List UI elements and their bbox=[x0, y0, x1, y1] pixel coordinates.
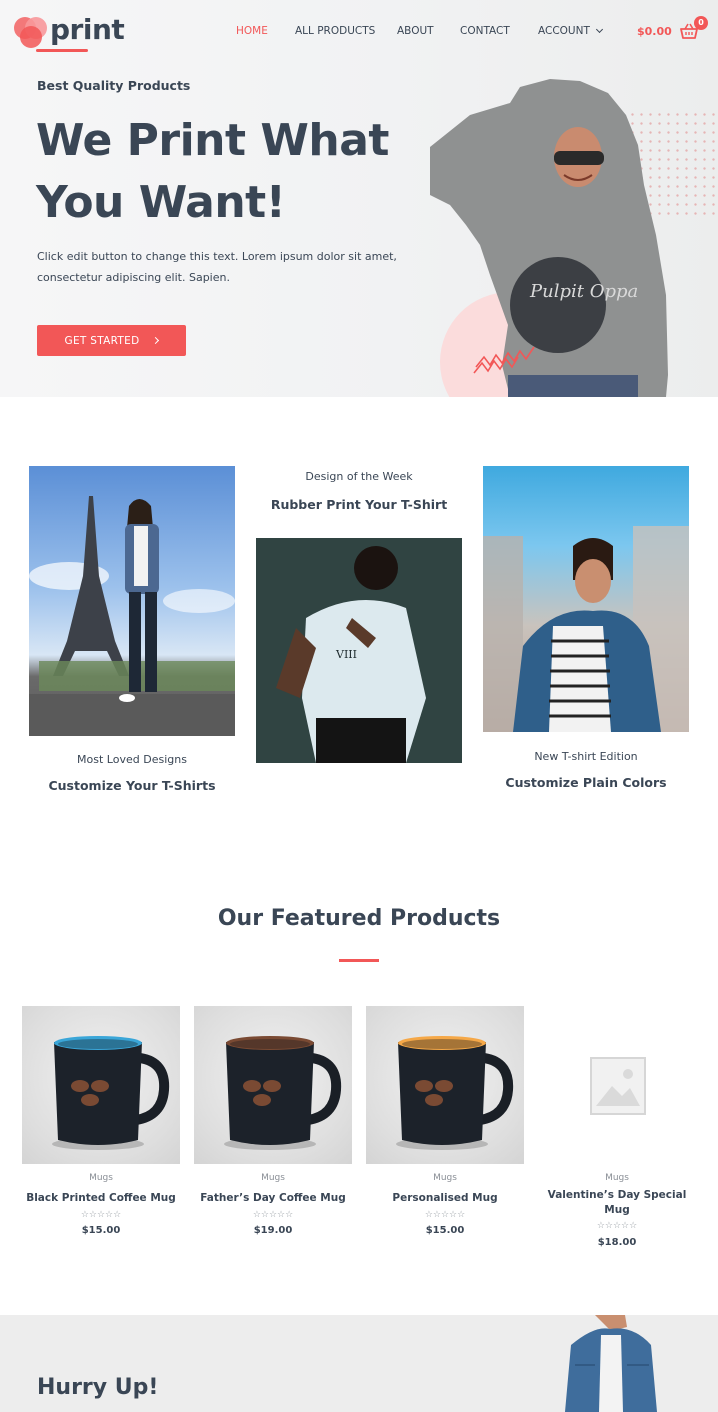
product-name[interactable]: Father’s Day Coffee Mug bbox=[194, 1191, 352, 1206]
image-placeholder-icon bbox=[590, 1057, 646, 1115]
nav-account[interactable]: ACCOUNT bbox=[538, 25, 603, 37]
product-image[interactable] bbox=[22, 1006, 180, 1164]
nav-about[interactable]: ABOUT bbox=[397, 25, 434, 37]
get-started-label: GET STARTED bbox=[64, 334, 140, 347]
design-caption-2: Design of the Week bbox=[305, 470, 413, 483]
get-started-button[interactable]: GET STARTED bbox=[37, 325, 186, 356]
product-name[interactable]: Valentine’s Day Special Mug bbox=[538, 1188, 696, 1218]
product-image[interactable] bbox=[194, 1006, 352, 1164]
product-name[interactable]: Personalised Mug bbox=[366, 1191, 524, 1206]
promo-model-image bbox=[565, 1315, 657, 1412]
product-price: $18.00 bbox=[597, 1237, 637, 1248]
hero-title-line1: We Print What bbox=[36, 115, 389, 166]
design-title-1[interactable]: Customize Your T-Shirts bbox=[29, 778, 235, 793]
nav-account-label: ACCOUNT bbox=[538, 25, 590, 37]
design-photo-white-tee[interactable]: VIII bbox=[256, 538, 462, 763]
chevron-down-icon bbox=[595, 25, 603, 34]
cart-total[interactable]: $0.00 bbox=[637, 25, 672, 38]
title-underline bbox=[339, 959, 379, 962]
hero-subtitle: Best Quality Products bbox=[37, 78, 191, 93]
nav-contact[interactable]: CONTACT bbox=[460, 25, 510, 37]
design-photo-eiffel[interactable] bbox=[29, 466, 235, 736]
rating-stars: ☆☆☆☆☆ bbox=[596, 1221, 638, 1231]
product-price: $15.00 bbox=[81, 1225, 121, 1236]
product-image[interactable] bbox=[538, 1006, 696, 1164]
rating-stars: ☆☆☆☆☆ bbox=[252, 1210, 294, 1220]
product-image[interactable] bbox=[366, 1006, 524, 1164]
product-category[interactable]: Mugs bbox=[538, 1173, 696, 1183]
shirt-print-text: VIII bbox=[335, 648, 357, 661]
design-caption-1: Most Loved Designs bbox=[77, 753, 187, 766]
shirt-print-text: Pulpit Oppa bbox=[529, 281, 638, 302]
nav-all-products[interactable]: ALL PRODUCTS bbox=[295, 25, 375, 37]
product-category[interactable]: Mugs bbox=[22, 1173, 180, 1183]
nav-home[interactable]: HOME bbox=[236, 25, 268, 37]
product-category[interactable]: Mugs bbox=[366, 1173, 524, 1183]
product-price: $19.00 bbox=[253, 1225, 293, 1236]
featured-title: Our Featured Products bbox=[217, 906, 501, 931]
hero-title-line2: You Want! bbox=[36, 177, 286, 228]
product-price: $15.00 bbox=[425, 1225, 465, 1236]
product-category[interactable]: Mugs bbox=[194, 1173, 352, 1183]
hero-model-image: Pulpit Oppa bbox=[430, 79, 668, 397]
design-caption-3: New T-shirt Edition bbox=[534, 750, 638, 763]
product-name[interactable]: Black Printed Coffee Mug bbox=[22, 1191, 180, 1206]
design-photo-denim-jacket[interactable] bbox=[483, 466, 689, 732]
cart-count-badge: 0 bbox=[694, 16, 708, 30]
rating-stars: ☆☆☆☆☆ bbox=[80, 1210, 122, 1220]
hurry-section: Hurry Up! bbox=[0, 1315, 718, 1412]
hurry-title: Hurry Up! bbox=[37, 1375, 159, 1400]
rating-stars: ☆☆☆☆☆ bbox=[424, 1210, 466, 1220]
design-title-3[interactable]: Customize Plain Colors bbox=[483, 775, 689, 790]
site-header: print HOME ALL PRODUCTS ABOUT CONTACT AC… bbox=[0, 0, 718, 60]
main-nav: HOME ALL PRODUCTS ABOUT CONTACT ACCOUNT bbox=[0, 25, 718, 39]
chevron-right-icon bbox=[152, 336, 160, 345]
hero-title: We Print What You Want! bbox=[36, 110, 416, 234]
hero-description: Click edit button to change this text. L… bbox=[37, 250, 397, 284]
design-title-2[interactable]: Rubber Print Your T-Shirt bbox=[256, 497, 462, 512]
